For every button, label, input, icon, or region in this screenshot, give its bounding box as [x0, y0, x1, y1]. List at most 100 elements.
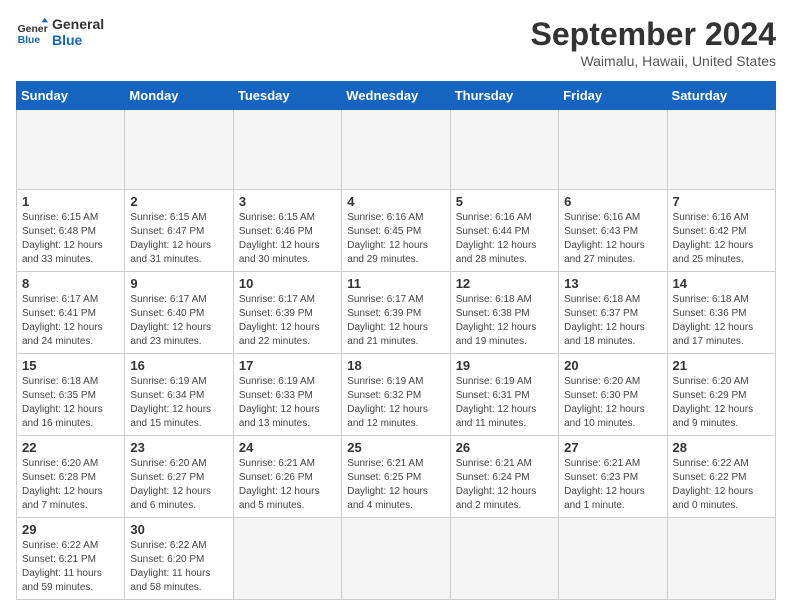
column-header-wednesday: Wednesday [342, 82, 450, 110]
logo-icon: General Blue [16, 16, 48, 48]
day-details: Sunrise: 6:21 AMSunset: 6:23 PMDaylight:… [564, 457, 661, 513]
day-number: 19 [456, 358, 553, 373]
day-number: 17 [239, 358, 336, 373]
column-header-tuesday: Tuesday [233, 82, 341, 110]
calendar-day-cell: 19 Sunrise: 6:19 AMSunset: 6:31 PMDayligh… [450, 354, 558, 436]
column-header-friday: Friday [559, 82, 667, 110]
day-details: Sunrise: 6:16 AMSunset: 6:45 PMDaylight:… [347, 211, 444, 267]
calendar-day-cell [559, 110, 667, 190]
calendar-header-row: SundayMondayTuesdayWednesdayThursdayFrid… [17, 82, 776, 110]
column-header-monday: Monday [125, 82, 233, 110]
day-details: Sunrise: 6:22 AMSunset: 6:22 PMDaylight:… [673, 457, 770, 513]
calendar-day-cell: 6Sunrise: 6:16 AMSunset: 6:43 PMDaylight… [559, 190, 667, 272]
calendar-day-cell: 21 Sunrise: 6:20 AMSunset: 6:29 PMDayligh… [667, 354, 775, 436]
day-number: 13 [564, 276, 661, 291]
calendar-day-cell: 11Sunrise: 6:17 AMSunset: 6:39 PMDayligh… [342, 272, 450, 354]
day-details: Sunrise: 6:16 AMSunset: 6:42 PMDaylight:… [673, 211, 770, 267]
calendar-day-cell [233, 518, 341, 600]
logo-general-text: General [52, 16, 104, 32]
calendar-day-cell [667, 518, 775, 600]
day-number: 15 [22, 358, 119, 373]
day-number: 24 [239, 440, 336, 455]
calendar-day-cell: 27 Sunrise: 6:21 AMSunset: 6:23 PMDayligh… [559, 436, 667, 518]
day-number: 12 [456, 276, 553, 291]
calendar-day-cell: 25 Sunrise: 6:21 AMSunset: 6:25 PMDayligh… [342, 436, 450, 518]
day-details: Sunrise: 6:16 AMSunset: 6:43 PMDaylight:… [564, 211, 661, 267]
calendar-table: SundayMondayTuesdayWednesdayThursdayFrid… [16, 81, 776, 600]
day-number: 23 [130, 440, 227, 455]
calendar-week-row: 1 Sunrise: 6:15 AMSunset: 6:48 PMDaylight… [17, 190, 776, 272]
calendar-week-row: 8 Sunrise: 6:17 AMSunset: 6:41 PMDaylight… [17, 272, 776, 354]
calendar-day-cell [450, 518, 558, 600]
day-details: Sunrise: 6:19 AMSunset: 6:34 PMDaylight:… [130, 375, 227, 431]
column-header-sunday: Sunday [17, 82, 125, 110]
day-details: Sunrise: 6:22 AMSunset: 6:20 PMDaylight:… [130, 539, 227, 595]
day-number: 10 [239, 276, 336, 291]
svg-text:General: General [18, 24, 48, 35]
calendar-day-cell: 2Sunrise: 6:15 AMSunset: 6:47 PMDaylight… [125, 190, 233, 272]
calendar-day-cell: 30 Sunrise: 6:22 AMSunset: 6:20 PMDayligh… [125, 518, 233, 600]
calendar-day-cell: 13 Sunrise: 6:18 AMSunset: 6:37 PMDayligh… [559, 272, 667, 354]
logo-blue-text: Blue [52, 32, 104, 48]
day-details: Sunrise: 6:22 AMSunset: 6:21 PMDaylight:… [22, 539, 119, 595]
day-number: 27 [564, 440, 661, 455]
day-number: 30 [130, 522, 227, 537]
calendar-day-cell: 20Sunrise: 6:20 AMSunset: 6:30 PMDayligh… [559, 354, 667, 436]
calendar-day-cell: 28 Sunrise: 6:22 AMSunset: 6:22 PMDayligh… [667, 436, 775, 518]
calendar-week-row: 22Sunrise: 6:20 AMSunset: 6:28 PMDayligh… [17, 436, 776, 518]
calendar-day-cell: 18Sunrise: 6:19 AMSunset: 6:32 PMDayligh… [342, 354, 450, 436]
day-number: 11 [347, 276, 444, 291]
calendar-day-cell [342, 518, 450, 600]
day-number: 5 [456, 194, 553, 209]
day-number: 25 [347, 440, 444, 455]
day-number: 4 [347, 194, 444, 209]
calendar-day-cell: 7Sunrise: 6:16 AMSunset: 6:42 PMDaylight… [667, 190, 775, 272]
calendar-day-cell: 8 Sunrise: 6:17 AMSunset: 6:41 PMDaylight… [17, 272, 125, 354]
month-title: September 2024 [531, 16, 776, 53]
day-details: Sunrise: 6:19 AMSunset: 6:32 PMDaylight:… [347, 375, 444, 431]
calendar-day-cell: 24Sunrise: 6:21 AMSunset: 6:26 PMDayligh… [233, 436, 341, 518]
day-details: Sunrise: 6:19 AMSunset: 6:31 PMDaylight:… [456, 375, 553, 431]
calendar-week-row: 15 Sunrise: 6:18 AMSunset: 6:35 PMDayligh… [17, 354, 776, 436]
calendar-day-cell: 1 Sunrise: 6:15 AMSunset: 6:48 PMDaylight… [17, 190, 125, 272]
calendar-day-cell [233, 110, 341, 190]
calendar-day-cell: 15 Sunrise: 6:18 AMSunset: 6:35 PMDayligh… [17, 354, 125, 436]
day-number: 28 [673, 440, 770, 455]
day-details: Sunrise: 6:18 AMSunset: 6:38 PMDaylight:… [456, 293, 553, 349]
title-area: September 2024 Waimalu, Hawaii, United S… [531, 16, 776, 69]
day-number: 3 [239, 194, 336, 209]
calendar-day-cell: 17Sunrise: 6:19 AMSunset: 6:33 PMDayligh… [233, 354, 341, 436]
day-details: Sunrise: 6:15 AMSunset: 6:48 PMDaylight:… [22, 211, 119, 267]
calendar-day-cell: 5 Sunrise: 6:16 AMSunset: 6:44 PMDaylight… [450, 190, 558, 272]
calendar-day-cell: 10Sunrise: 6:17 AMSunset: 6:39 PMDayligh… [233, 272, 341, 354]
day-details: Sunrise: 6:20 AMSunset: 6:28 PMDaylight:… [22, 457, 119, 513]
day-number: 16 [130, 358, 227, 373]
day-number: 2 [130, 194, 227, 209]
calendar-day-cell [17, 110, 125, 190]
day-number: 26 [456, 440, 553, 455]
calendar-day-cell: 29 Sunrise: 6:22 AMSunset: 6:21 PMDayligh… [17, 518, 125, 600]
day-details: Sunrise: 6:16 AMSunset: 6:44 PMDaylight:… [456, 211, 553, 267]
day-number: 21 [673, 358, 770, 373]
day-details: Sunrise: 6:20 AMSunset: 6:29 PMDaylight:… [673, 375, 770, 431]
calendar-day-cell: 12 Sunrise: 6:18 AMSunset: 6:38 PMDayligh… [450, 272, 558, 354]
day-number: 1 [22, 194, 119, 209]
day-details: Sunrise: 6:18 AMSunset: 6:37 PMDaylight:… [564, 293, 661, 349]
logo: General Blue General Blue [16, 16, 104, 48]
day-number: 29 [22, 522, 119, 537]
calendar-day-cell: 22Sunrise: 6:20 AMSunset: 6:28 PMDayligh… [17, 436, 125, 518]
day-number: 8 [22, 276, 119, 291]
day-details: Sunrise: 6:17 AMSunset: 6:41 PMDaylight:… [22, 293, 119, 349]
calendar-day-cell: 14Sunrise: 6:18 AMSunset: 6:36 PMDayligh… [667, 272, 775, 354]
day-details: Sunrise: 6:21 AMSunset: 6:24 PMDaylight:… [456, 457, 553, 513]
day-details: Sunrise: 6:17 AMSunset: 6:40 PMDaylight:… [130, 293, 227, 349]
calendar-day-cell: 4 Sunrise: 6:16 AMSunset: 6:45 PMDaylight… [342, 190, 450, 272]
calendar-day-cell [559, 518, 667, 600]
day-details: Sunrise: 6:21 AMSunset: 6:25 PMDaylight:… [347, 457, 444, 513]
location-title: Waimalu, Hawaii, United States [531, 53, 776, 69]
day-details: Sunrise: 6:15 AMSunset: 6:46 PMDaylight:… [239, 211, 336, 267]
day-details: Sunrise: 6:18 AMSunset: 6:35 PMDaylight:… [22, 375, 119, 431]
day-number: 14 [673, 276, 770, 291]
day-number: 20 [564, 358, 661, 373]
calendar-day-cell [342, 110, 450, 190]
